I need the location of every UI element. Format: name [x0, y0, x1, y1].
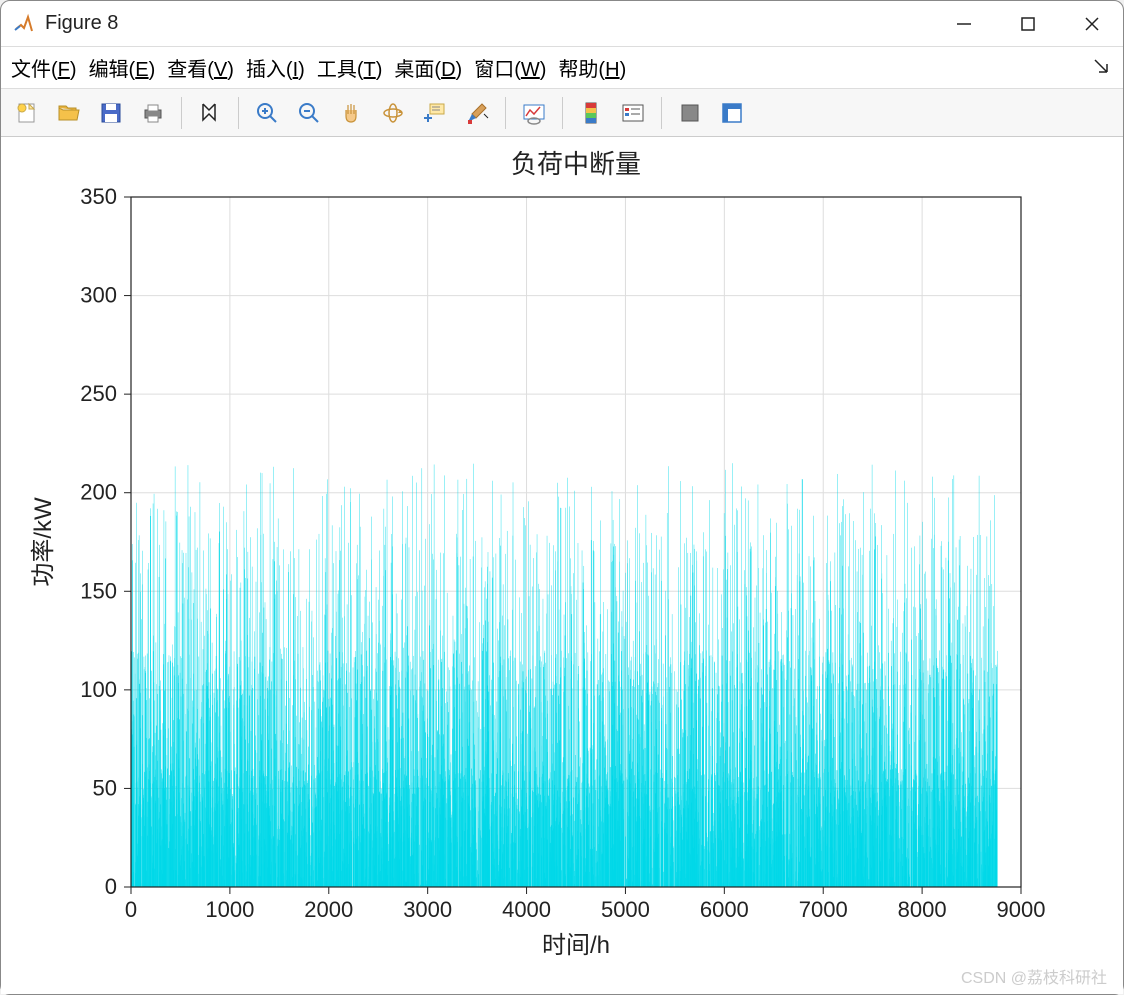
svg-text:4000: 4000	[502, 897, 551, 922]
titlebar: Figure 8	[1, 1, 1123, 47]
menubar: 文件(F) 编辑(E) 查看(V) 插入(I) 工具(T) 桌面(D) 窗口(W) 帮助(H)	[1, 47, 1123, 89]
plot-area: 0 1000 2000 3000 4000 5000 6000 7000 8000 9000 0 50…	[1, 137, 1123, 994]
svg-text:250: 250	[80, 381, 117, 406]
menu-h[interactable]: 帮助(H)	[558, 53, 626, 82]
window-title: Figure 8	[45, 12, 953, 35]
menu-i[interactable]: 插入(I)	[246, 53, 305, 82]
svg-text:8000: 8000	[898, 897, 947, 922]
svg-text:0: 0	[105, 874, 117, 899]
pan-icon[interactable]	[333, 95, 369, 131]
save-icon[interactable]	[93, 95, 129, 131]
link-plot-icon[interactable]	[516, 95, 552, 131]
zoom-in-icon[interactable]	[249, 95, 285, 131]
menu-t[interactable]: 工具(T)	[317, 53, 383, 82]
maximize-button[interactable]	[1017, 13, 1039, 35]
matlab-icon	[13, 13, 35, 35]
svg-text:0: 0	[125, 897, 137, 922]
menu-v[interactable]: 查看(V)	[167, 53, 234, 82]
svg-text:1000: 1000	[205, 897, 254, 922]
new-figure-icon[interactable]	[9, 95, 45, 131]
data-cursor-icon[interactable]	[417, 95, 453, 131]
figure-window: Figure 8 文件(F) 编辑(E) 查看(V) 插入(I) 工具(T) 桌面(D) 窗…	[0, 0, 1124, 995]
rotate-3d-icon[interactable]	[375, 95, 411, 131]
svg-text:2000: 2000	[304, 897, 353, 922]
chart: 0 1000 2000 3000 4000 5000 6000 7000 8000 9000 0 50…	[1, 137, 1119, 989]
window-controls	[953, 13, 1103, 35]
svg-text:300: 300	[80, 283, 117, 308]
hide-tools-icon[interactable]	[672, 95, 708, 131]
brush-icon[interactable]	[459, 95, 495, 131]
svg-text:350: 350	[80, 184, 117, 209]
print-icon[interactable]	[135, 95, 171, 131]
legend-icon[interactable]	[615, 95, 651, 131]
svg-text:100: 100	[80, 677, 117, 702]
dock-arrow-icon[interactable]	[1093, 57, 1109, 80]
menu-e[interactable]: 编辑(E)	[89, 53, 156, 82]
svg-text:50: 50	[93, 775, 117, 800]
menu-f[interactable]: 文件(F)	[11, 53, 77, 82]
menu-w[interactable]: 窗口(W)	[474, 53, 546, 82]
menu-d[interactable]: 桌面(D)	[394, 53, 462, 82]
toolbar	[1, 89, 1123, 137]
svg-text:6000: 6000	[700, 897, 749, 922]
minimize-button[interactable]	[953, 13, 975, 35]
svg-text:9000: 9000	[997, 897, 1046, 922]
show-tools-icon[interactable]	[714, 95, 750, 131]
open-icon[interactable]	[51, 95, 87, 131]
svg-text:3000: 3000	[403, 897, 452, 922]
zoom-out-icon[interactable]	[291, 95, 327, 131]
svg-text:200: 200	[80, 480, 117, 505]
edit-plot-icon[interactable]	[192, 95, 228, 131]
close-button[interactable]	[1081, 13, 1103, 35]
svg-text:5000: 5000	[601, 897, 650, 922]
svg-text:7000: 7000	[799, 897, 848, 922]
svg-text:150: 150	[80, 578, 117, 603]
colorbar-icon[interactable]	[573, 95, 609, 131]
